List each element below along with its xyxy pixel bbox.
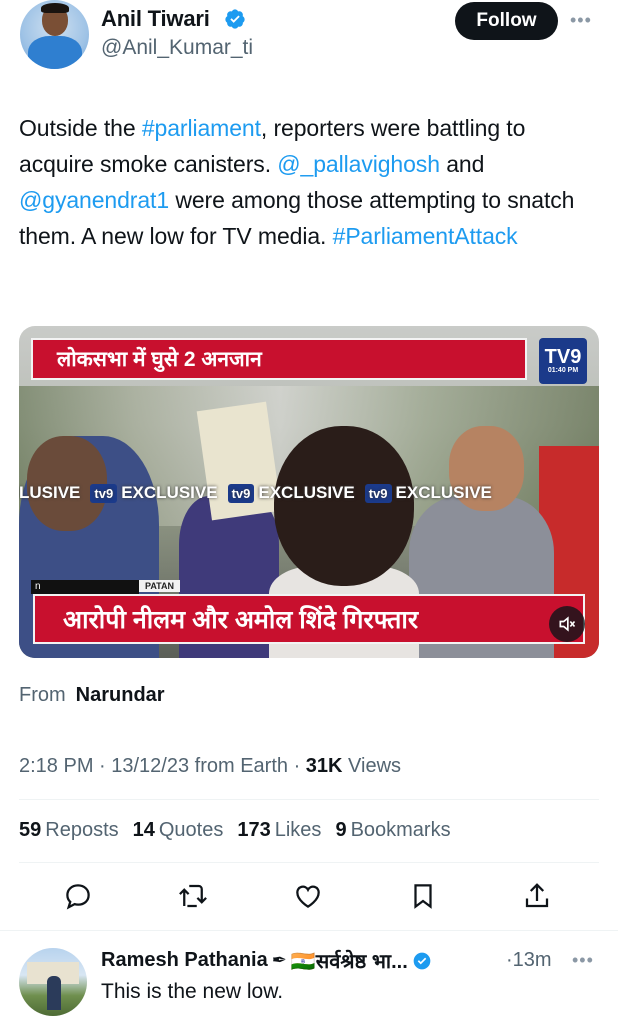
- engagement-stats: 59 Reposts 14 Quotes 173 Likes 9 Bookmarks: [19, 819, 451, 842]
- exclusive-text: EXCLUSIVE: [395, 483, 492, 502]
- verified-badge-icon: [225, 9, 245, 29]
- likes-stat[interactable]: 173 Likes: [237, 819, 321, 842]
- stat-count: 9: [335, 819, 347, 841]
- exclusive-label: tv9 EXCLUSIVE: [364, 483, 492, 503]
- hashtag-parliamentattack-link[interactable]: #ParliamentAttack: [333, 223, 518, 249]
- hashtag-parliament-link[interactable]: #parliament: [142, 115, 261, 141]
- timestamp-text: 2:18 PM · 13/12/23 from Earth ·: [19, 755, 306, 777]
- exclusive-text: LUSIVE: [19, 483, 81, 502]
- more-options-icon[interactable]: •••: [572, 950, 594, 971]
- tv9-badge: tv9: [90, 483, 118, 503]
- volume-muted-icon[interactable]: [549, 606, 585, 642]
- more-options-icon[interactable]: •••: [570, 10, 592, 31]
- reposts-stat[interactable]: 59 Reposts: [19, 819, 119, 842]
- name-strap: n: [31, 580, 139, 594]
- tv9-logo-time: 01:40 PM: [547, 366, 579, 374]
- repost-icon[interactable]: [176, 879, 210, 913]
- author-name[interactable]: Anil Tiwari: [101, 6, 210, 32]
- volume-glyph: [559, 616, 576, 632]
- exclusive-text: EXCLUSIVE: [121, 483, 218, 502]
- tweet-text-segment: and: [439, 151, 485, 177]
- mention-gyanendrat1-link[interactable]: @gyanendrat1: [19, 187, 169, 213]
- exclusive-label: LUSIVE: [19, 483, 80, 503]
- like-icon[interactable]: [291, 879, 325, 913]
- location-tag: PATAN: [139, 580, 180, 592]
- tv9-logo-text: TV9: [544, 345, 582, 368]
- from-value[interactable]: Narundar: [76, 684, 165, 706]
- exclusive-strip: LUSIVE tv9 EXCLUSIVE tv9 EXCLUSIVE tv9 EXCL…: [19, 478, 599, 508]
- reply-author-name[interactable]: Ramesh Pathania ✒ 🇮🇳सर्वश्रेष्ठ भा...: [101, 947, 432, 974]
- exclusive-label: tv9 EXCLUSIVE: [227, 483, 355, 503]
- from-label-text: From: [19, 684, 66, 706]
- reply-avatar[interactable]: [19, 948, 87, 1016]
- verified-badge-icon: [413, 952, 431, 969]
- divider: [19, 799, 599, 800]
- from-label: From Narundar: [19, 684, 165, 707]
- share-icon[interactable]: [520, 879, 554, 913]
- exclusive-text: EXCLUSIVE: [258, 483, 355, 502]
- news-top-banner: लोकसभा में घुसे 2 अनजान: [31, 338, 527, 380]
- news-bottom-banner: आरोपी नीलम और अमोल शिंदे गिरफ्तार: [33, 594, 585, 644]
- reply-time[interactable]: ·13m: [506, 949, 552, 972]
- views-label: Views: [342, 755, 402, 777]
- follow-button[interactable]: Follow: [455, 2, 558, 40]
- reply-name-suffix: 🇮🇳सर्वश्रेष्ठ भा...: [290, 951, 408, 973]
- tweet-text: Outside the #parliament, reporters were …: [19, 110, 604, 254]
- feather-icon: ✒: [271, 950, 287, 970]
- stat-count: 59: [19, 819, 42, 841]
- stat-label: Quotes: [158, 819, 224, 841]
- mention-pallavighosh-link[interactable]: @_pallavighosh: [277, 151, 440, 177]
- avatar-person: [47, 976, 61, 1010]
- bookmark-icon[interactable]: [406, 879, 440, 913]
- stat-count: 173: [237, 819, 271, 841]
- exclusive-label: tv9 EXCLUSIVE: [90, 483, 218, 503]
- tweet-video[interactable]: लोकसभा में घुसे 2 अनजान TV9 01:40 PM LUS…: [19, 326, 599, 658]
- avatar-hair: [41, 3, 69, 13]
- stat-label: Likes: [274, 819, 322, 841]
- author-avatar[interactable]: [20, 0, 89, 69]
- author-handle[interactable]: @Anil_Kumar_ti: [101, 36, 253, 60]
- reply-icon[interactable]: [61, 879, 95, 913]
- tweet-timestamp[interactable]: 2:18 PM · 13/12/23 from Earth · 31K View…: [19, 755, 401, 778]
- views-count: 31K: [305, 755, 343, 777]
- avatar-shirt: [28, 36, 82, 69]
- tweet-text-segment: Outside the: [19, 115, 142, 141]
- divider: [19, 862, 599, 863]
- quotes-stat[interactable]: 14 Quotes: [133, 819, 224, 842]
- stat-label: Reposts: [45, 819, 119, 841]
- reply-name-text: Ramesh Pathania: [101, 949, 268, 971]
- reply-text: This is the new low.: [101, 980, 284, 1003]
- tv9-badge: tv9: [364, 483, 392, 503]
- tv9-badge: tv9: [227, 483, 255, 503]
- stat-count: 14: [132, 819, 155, 841]
- stat-label: Bookmarks: [350, 819, 451, 841]
- divider: [0, 930, 618, 931]
- bookmarks-stat[interactable]: 9 Bookmarks: [335, 819, 450, 842]
- tv9-logo: TV9 01:40 PM: [539, 338, 587, 384]
